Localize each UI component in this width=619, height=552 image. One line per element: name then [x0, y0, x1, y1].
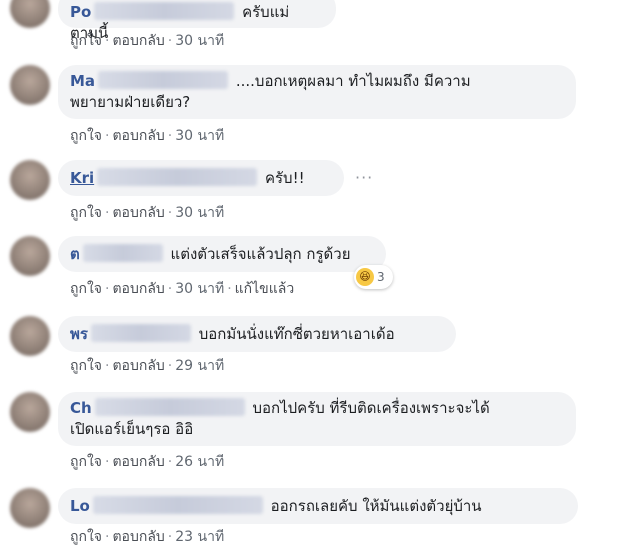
- blurred-name: [94, 398, 245, 416]
- comment-bubble: พร บอกมันนั่งแท๊กซี่ตวยหาเอาเด้อ: [58, 316, 456, 352]
- comment-actions: ถูกใจ · ตอบกลับ · 26 นาที: [70, 454, 225, 470]
- comment-text: แต่งตัวเสร็จแล้วปลุก กรูด้วย: [170, 245, 351, 263]
- blurred-name: [92, 496, 263, 514]
- comment-actions: ถูกใจ · ตอบกลับ · 30 นาที · แก้ไขแล้ว: [70, 281, 295, 297]
- blurred-name: [97, 168, 258, 186]
- reply-link[interactable]: ตอบกลับ: [112, 529, 164, 545]
- reply-link[interactable]: ตอบกลับ: [112, 33, 164, 49]
- timestamp[interactable]: 30 นาที: [175, 33, 224, 49]
- comment-actions: ถูกใจ · ตอบกลับ · 30 นาที: [70, 205, 225, 221]
- reply-link[interactable]: ตอบกลับ: [112, 454, 164, 470]
- like-link[interactable]: ถูกใจ: [70, 33, 102, 49]
- comment-author[interactable]: ต: [70, 245, 80, 263]
- reply-link[interactable]: ตอบกลับ: [112, 205, 164, 221]
- avatar[interactable]: [10, 0, 50, 28]
- comment-text: บอกไปครับ ที่รีบติดเครื่องเพราะจะได้: [252, 399, 490, 417]
- like-link[interactable]: ถูกใจ: [70, 128, 102, 144]
- comment-author[interactable]: Po: [70, 3, 91, 21]
- blurred-name: [94, 2, 235, 20]
- timestamp[interactable]: 23 นาที: [175, 529, 224, 545]
- reaction-count: 3: [377, 270, 385, 284]
- blurred-name: [98, 71, 229, 89]
- comment-actions: ถูกใจ · ตอบกลับ · 30 นาที: [70, 128, 225, 144]
- comment-bubble: Kri ครับ!!: [58, 160, 344, 196]
- avatar[interactable]: [10, 316, 50, 356]
- blurred-name: [82, 244, 163, 262]
- comment-author[interactable]: Lo: [70, 497, 90, 515]
- like-link[interactable]: ถูกใจ: [70, 529, 102, 545]
- comment-text-line2: เปิดแอร์เย็นๆรอ อิอิ: [70, 420, 194, 438]
- timestamp[interactable]: 30 นาที: [175, 205, 224, 221]
- more-options-icon[interactable]: ···: [355, 168, 373, 187]
- avatar[interactable]: [10, 392, 50, 432]
- comment-author[interactable]: Ma: [70, 72, 95, 90]
- comment-text: ....บอกเหตุผลมา ทำไมผมถึง มีความ: [235, 72, 471, 90]
- comment-bubble: Po ครับแม่ ตามนี้: [58, 0, 336, 42]
- comment-author[interactable]: Kri: [70, 169, 94, 187]
- comment-author[interactable]: Ch: [70, 399, 92, 417]
- reply-link[interactable]: ตอบกลับ: [112, 358, 164, 374]
- comment-bubble: ต แต่งตัวเสร็จแล้วปลุก กรูด้วย: [58, 236, 386, 272]
- comment-bubble: Lo ออกรถเลยคับ ให้มันแต่งตัวยุ่บ้าน: [58, 488, 578, 524]
- comment-text-line2: พยายามฝ่ายเดียว?: [70, 93, 191, 111]
- blurred-name: [90, 324, 191, 342]
- comment-text: บอกมันนั่งแท๊กซี่ตวยหาเอาเด้อ: [198, 325, 395, 343]
- comment-actions: ถูกใจ · ตอบกลับ · 23 นาที: [70, 529, 225, 545]
- like-link[interactable]: ถูกใจ: [70, 454, 102, 470]
- like-link[interactable]: ถูกใจ: [70, 205, 102, 221]
- avatar[interactable]: [10, 65, 50, 105]
- like-link[interactable]: ถูกใจ: [70, 281, 102, 297]
- avatar[interactable]: [10, 236, 50, 276]
- timestamp[interactable]: 30 นาที: [175, 128, 224, 144]
- timestamp[interactable]: 26 นาที: [175, 454, 224, 470]
- edited-label[interactable]: แก้ไขแล้ว: [235, 281, 295, 297]
- comment-text: ครับ!!: [264, 169, 305, 187]
- reaction-badge[interactable]: 😆 3: [354, 265, 393, 289]
- haha-reaction-icon: 😆: [356, 268, 374, 286]
- timestamp[interactable]: 29 นาที: [175, 358, 224, 374]
- comment-author[interactable]: พร: [70, 325, 88, 343]
- timestamp[interactable]: 30 นาที: [175, 281, 224, 297]
- avatar[interactable]: [10, 160, 50, 200]
- avatar[interactable]: [10, 488, 50, 528]
- comment-text: ออกรถเลยคับ ให้มันแต่งตัวยุ่บ้าน: [270, 497, 482, 515]
- comment-bubble: Ma ....บอกเหตุผลมา ทำไมผมถึง มีความ พยาย…: [58, 65, 576, 119]
- reply-link[interactable]: ตอบกลับ: [112, 128, 164, 144]
- reply-link[interactable]: ตอบกลับ: [112, 281, 164, 297]
- like-link[interactable]: ถูกใจ: [70, 358, 102, 374]
- comment-actions: ถูกใจ · ตอบกลับ · 30 นาที: [70, 33, 225, 49]
- comment-bubble: Ch บอกไปครับ ที่รีบติดเครื่องเพราะจะได้ …: [58, 392, 576, 446]
- comment-actions: ถูกใจ · ตอบกลับ · 29 นาที: [70, 358, 225, 374]
